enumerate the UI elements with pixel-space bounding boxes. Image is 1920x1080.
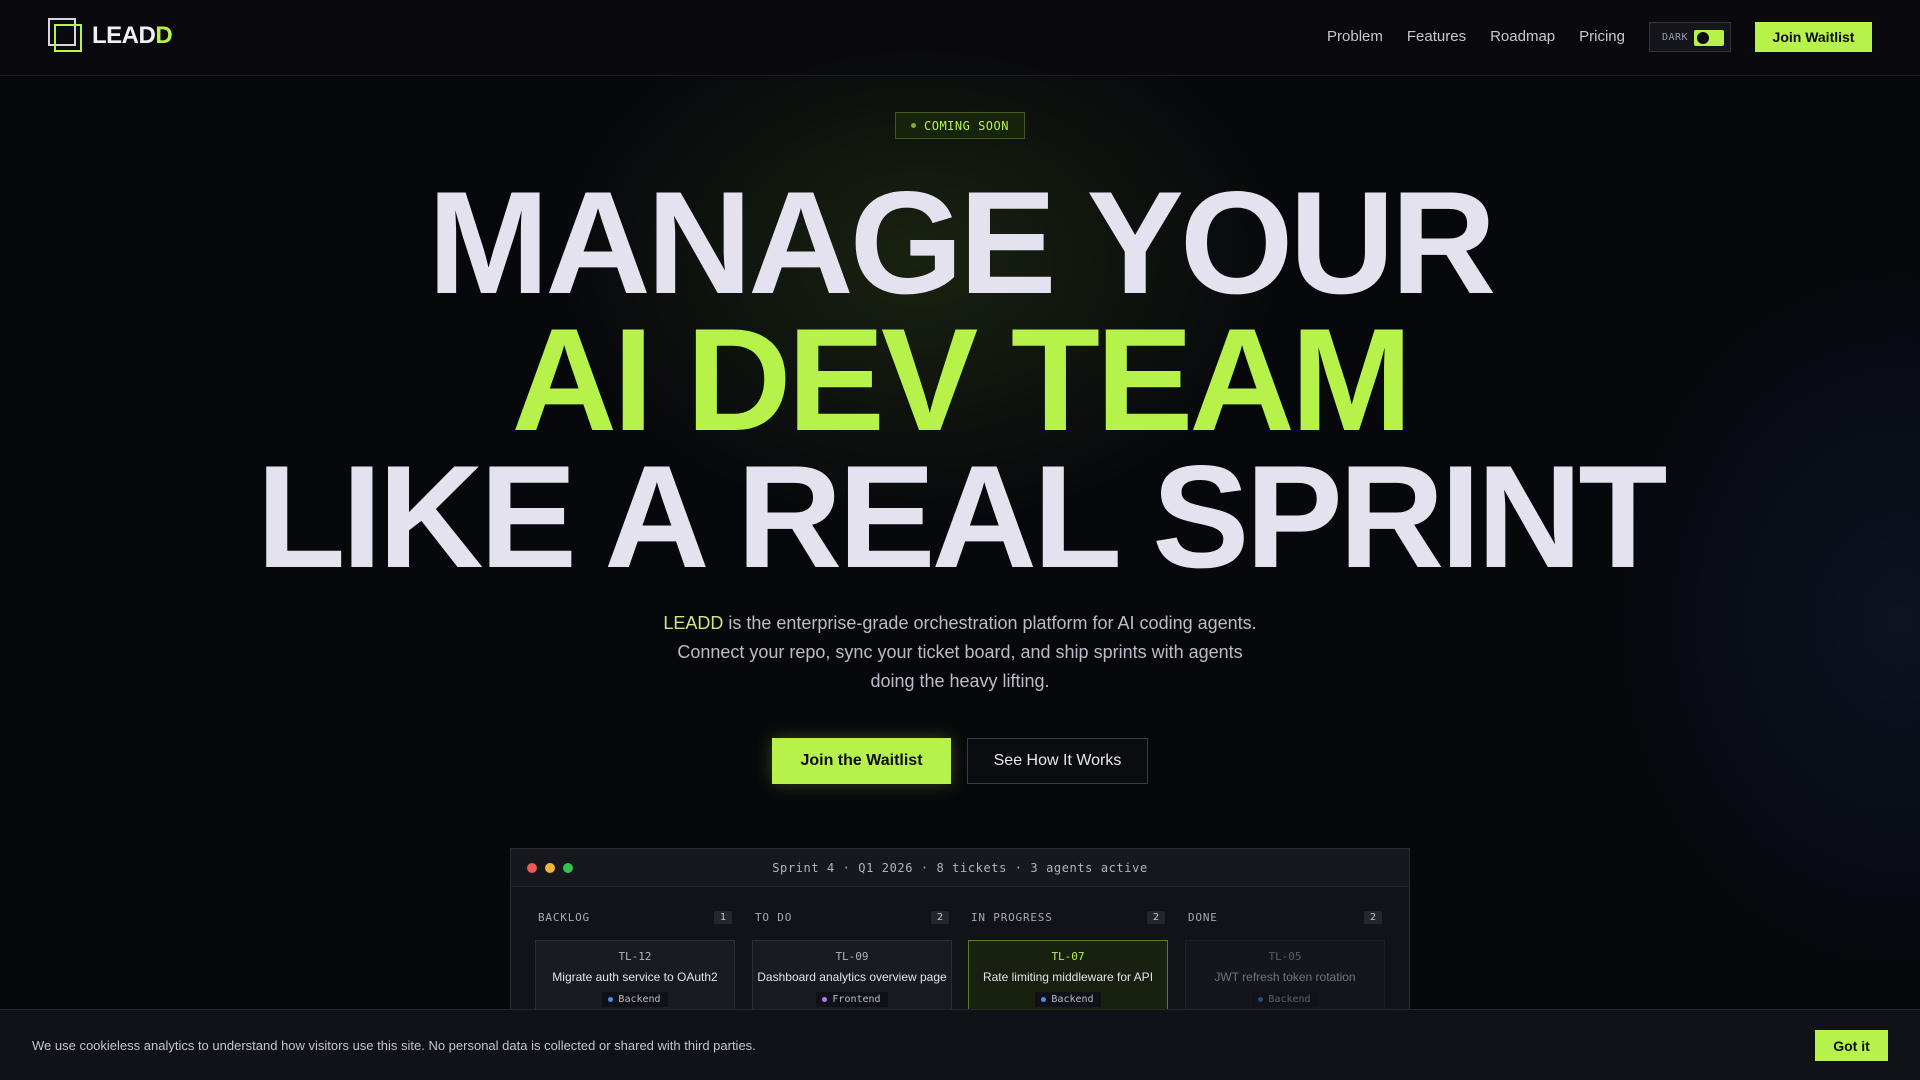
- logo-icon: [48, 18, 84, 54]
- theme-toggle-label: DARK: [1662, 31, 1689, 43]
- toggle-switch: [1694, 30, 1724, 46]
- ticket-card[interactable]: TL-07 Rate limiting middleware for API B…: [968, 940, 1168, 1020]
- board-title: Sprint 4 · Q1 2026 · 8 tickets · 3 agent…: [772, 861, 1148, 875]
- status-dot-icon: [911, 123, 916, 128]
- column-count: 2: [1363, 910, 1382, 924]
- logo-text: LEADD: [92, 22, 173, 49]
- hero-headline-line-2: AI DEV TEAM: [511, 298, 1413, 461]
- hero-headline-line-3: LIKE A REAL SPRINT: [256, 435, 1667, 598]
- board-column-done: DONE 2 TL-05 JWT refresh token rotation …: [1185, 909, 1385, 1020]
- cookie-banner: We use cookieless analytics to understan…: [0, 1009, 1920, 1080]
- ticket-title: Rate limiting middleware for API: [982, 970, 1154, 984]
- column-name: IN PROGRESS: [971, 910, 1053, 924]
- ticket-card[interactable]: TL-05 JWT refresh token rotation Backend: [1185, 940, 1385, 1020]
- hero-headline-line-1: MANAGE YOUR: [427, 161, 1497, 324]
- ticket-id: TL-05: [1268, 950, 1302, 963]
- badge-label: COMING SOON: [924, 118, 1009, 133]
- board-column-todo: TO DO 2 TL-09 Dashboard analytics overvi…: [752, 909, 952, 1020]
- ticket-tag: Backend: [1252, 992, 1318, 1007]
- ticket-title: Dashboard analytics overview page: [757, 970, 947, 984]
- ticket-id: TL-09: [835, 950, 869, 963]
- column-count: 1: [713, 910, 732, 924]
- board-column-backlog: BACKLOG 1 TL-12 Migrate auth service to …: [535, 909, 735, 1020]
- see-how-it-works-button[interactable]: See How It Works: [967, 738, 1148, 784]
- ticket-tag: Backend: [602, 992, 668, 1007]
- nav-link-roadmap[interactable]: Roadmap: [1490, 28, 1555, 45]
- nav-links: Problem Features Roadmap Pricing: [1327, 28, 1625, 45]
- join-the-waitlist-button[interactable]: Join the Waitlist: [772, 738, 951, 784]
- column-count: 2: [1146, 910, 1165, 924]
- subtitle-text: is the enterprise-grade orchestration pl…: [677, 613, 1257, 691]
- board-column-in-progress: IN PROGRESS 2 TL-07 Rate limiting middle…: [968, 909, 1168, 1020]
- hero-subtitle: LEADD is the enterprise-grade orchestrat…: [660, 609, 1260, 696]
- theme-toggle[interactable]: DARK: [1649, 22, 1731, 52]
- ticket-tag: Frontend: [816, 992, 888, 1007]
- nav-link-pricing[interactable]: Pricing: [1579, 28, 1625, 45]
- ticket-id: TL-12: [618, 950, 652, 963]
- top-nav: LEADD Problem Features Roadmap Pricing D…: [0, 0, 1920, 76]
- subtitle-brand: LEADD: [663, 613, 724, 633]
- cookie-message: We use cookieless analytics to understan…: [32, 1038, 756, 1053]
- coming-soon-badge: COMING SOON: [895, 112, 1025, 139]
- ticket-card[interactable]: TL-12 Migrate auth service to OAuth2 Bac…: [535, 940, 735, 1020]
- column-count: 2: [930, 910, 949, 924]
- ticket-card[interactable]: TL-09 Dashboard analytics overview page …: [752, 940, 952, 1020]
- logo[interactable]: LEADD: [48, 18, 173, 54]
- column-name: DONE: [1188, 910, 1218, 924]
- ticket-id: TL-07: [1051, 950, 1085, 963]
- ticket-title: Migrate auth service to OAuth2: [552, 970, 718, 984]
- column-name: TO DO: [755, 910, 793, 924]
- cookie-accept-button[interactable]: Got it: [1815, 1030, 1888, 1061]
- ticket-title: JWT refresh token rotation: [1214, 970, 1356, 984]
- nav-link-problem[interactable]: Problem: [1327, 28, 1383, 45]
- nav-link-features[interactable]: Features: [1407, 28, 1466, 45]
- ticket-tag: Backend: [1035, 992, 1101, 1007]
- join-waitlist-nav-button[interactable]: Join Waitlist: [1755, 22, 1872, 52]
- column-name: BACKLOG: [538, 910, 590, 924]
- board-window-header: Sprint 4 · Q1 2026 · 8 tickets · 3 agent…: [511, 849, 1409, 887]
